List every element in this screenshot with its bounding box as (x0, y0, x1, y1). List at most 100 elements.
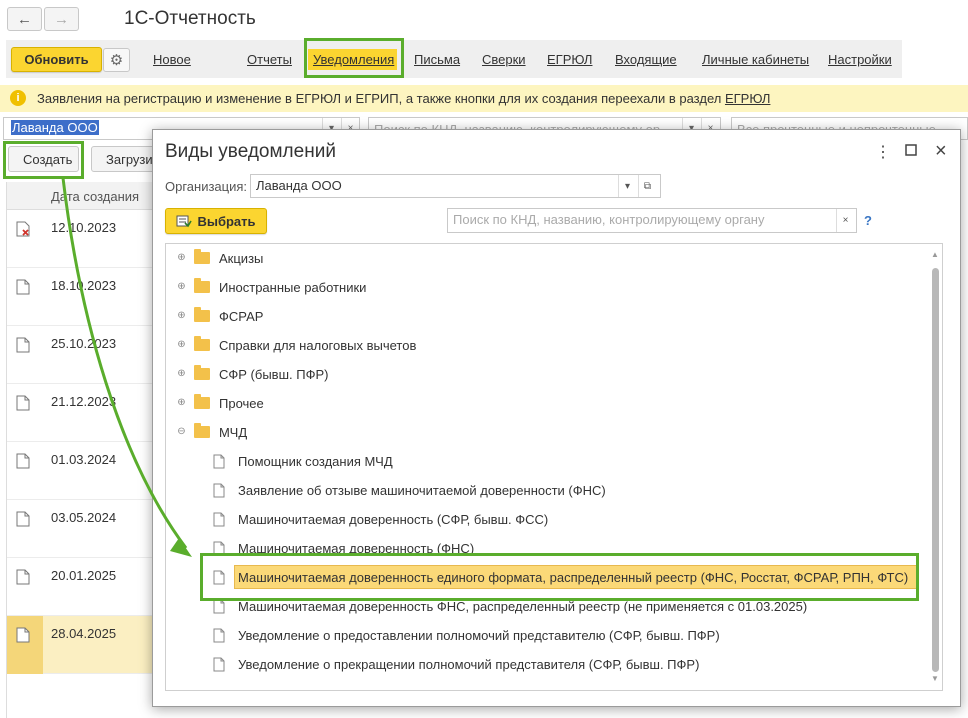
tree-item[interactable]: Уведомление о предоставлении полномочий … (166, 622, 926, 651)
refresh-button[interactable]: Обновить (11, 47, 102, 72)
dropdown-icon[interactable]: ▾ (618, 175, 636, 197)
tree-label: Заявление об отзыве машиночитаемой довер… (238, 483, 606, 498)
tree-label: Акцизы (219, 251, 264, 266)
tree-label: Иностранные работники (219, 280, 367, 295)
tree-scrollbar[interactable]: ▲ ▼ (929, 250, 941, 683)
tree-folder-fsrar[interactable]: ⊕ ФСРАР (166, 303, 926, 332)
tree-folder-sfr[interactable]: ⊕ СФР (бывш. ПФР) (166, 361, 926, 390)
tab-egrul[interactable]: ЕГРЮЛ (547, 52, 592, 67)
close-icon[interactable]: × (935, 140, 947, 163)
maximize-icon[interactable] (905, 143, 917, 161)
expand-plus-icon[interactable]: ⊕ (176, 310, 187, 321)
tab-letters[interactable]: Письма (414, 52, 460, 67)
info-link-egrul[interactable]: ЕГРЮЛ (725, 91, 770, 106)
tree-label: Справки для налоговых вычетов (219, 338, 417, 353)
tab-new[interactable]: Новое (153, 52, 191, 67)
document-icon (213, 599, 225, 614)
tab-reports[interactable]: Отчеты (247, 52, 292, 67)
row-date: 25.10.2023 (51, 336, 117, 351)
expand-plus-icon[interactable]: ⊕ (176, 281, 187, 292)
scrollbar-thumb[interactable] (932, 268, 939, 672)
annotation-create-box (3, 141, 84, 179)
table-row[interactable]: 25.10.2023 (7, 326, 153, 384)
table-row[interactable]: 21.12.2023 (7, 384, 153, 442)
document-icon (16, 337, 30, 353)
folder-icon (194, 423, 210, 438)
tree-folder-foreign-workers[interactable]: ⊕ Иностранные работники (166, 274, 926, 303)
tree-item[interactable]: Машиночитаемая доверенность (СФР, бывш. … (166, 506, 926, 535)
tree-folder-excise[interactable]: ⊕ Акцизы (166, 245, 926, 274)
arrow-right-icon: → (54, 10, 69, 28)
settings-gear-button[interactable]: ⚙ (103, 48, 130, 72)
choose-icon (176, 215, 193, 228)
folder-icon (194, 365, 210, 380)
tree-label: Уведомление о предоставлении полномочий … (238, 628, 720, 643)
tab-reconciliations[interactable]: Сверки (482, 52, 526, 67)
tab-personal-accounts[interactable]: Личные кабинеты (702, 52, 809, 67)
selection-stripe (7, 616, 43, 674)
document-icon (213, 483, 225, 498)
row-date: 03.05.2024 (51, 510, 117, 525)
scroll-up-icon[interactable]: ▲ (931, 250, 939, 259)
annotation-tab-box (304, 38, 404, 78)
table-row-selected[interactable]: 28.04.2025 (7, 616, 153, 674)
document-icon (213, 628, 225, 643)
collapse-minus-icon[interactable]: ⊖ (176, 426, 187, 437)
document-error-icon (16, 221, 30, 237)
expand-plus-icon[interactable]: ⊕ (176, 339, 187, 350)
tree-label: Уведомление о прекращении полномочий пре… (238, 657, 700, 672)
gear-icon: ⚙ (109, 52, 124, 69)
expand-plus-icon[interactable]: ⊕ (176, 368, 187, 379)
organization-filter-value: Лаванда ООО (11, 120, 99, 135)
list-header: Дата создания (7, 182, 153, 210)
organization-label: Организация: (165, 179, 248, 194)
app-title: 1С-Отчетность (124, 8, 256, 29)
folder-icon (194, 394, 210, 409)
tree-label: Машиночитаемая доверенность (СФР, бывш. … (238, 512, 549, 527)
tree-folder-other[interactable]: ⊕ Прочее (166, 390, 926, 419)
dialog-search-input[interactable]: Поиск по КНД, названию, контролирующему … (447, 208, 857, 233)
table-row[interactable]: 18.10.2023 (7, 268, 153, 326)
tree-folder-tax-certificates[interactable]: ⊕ Справки для налоговых вычетов (166, 332, 926, 361)
row-date: 20.01.2025 (51, 568, 117, 583)
clear-icon[interactable]: × (836, 209, 854, 232)
notification-types-tree: ⊕ Акцизы ⊕ Иностранные работники ⊕ ФСРАР… (165, 243, 943, 691)
table-row[interactable]: 01.03.2024 (7, 442, 153, 500)
tab-incoming[interactable]: Входящие (615, 52, 677, 67)
dialog-title: Виды уведомлений (165, 141, 336, 162)
tree-label: Машиночитаемая доверенность ФНС, распред… (238, 599, 808, 614)
folder-icon (194, 336, 210, 351)
row-date: 12.10.2023 (51, 220, 117, 235)
row-date: 18.10.2023 (51, 278, 117, 293)
expand-plus-icon[interactable]: ⊕ (176, 397, 187, 408)
document-icon (213, 657, 225, 672)
tree-item[interactable]: Уведомление о прекращении полномочий пре… (166, 651, 926, 680)
table-row[interactable]: 20.01.2025 (7, 558, 153, 616)
choose-button[interactable]: Выбрать (165, 208, 267, 234)
row-date: 01.03.2024 (51, 452, 117, 467)
tree-label: СФР (бывш. ПФР) (219, 367, 329, 382)
table-row[interactable]: 12.10.2023 (7, 210, 153, 268)
tree-label: Прочее (219, 396, 264, 411)
tree-folder-mchd[interactable]: ⊖ МЧД (166, 419, 926, 448)
forward-button[interactable]: → (44, 7, 79, 31)
document-icon (213, 512, 225, 527)
tree-item[interactable]: Помощник создания МЧД (166, 448, 926, 477)
notification-types-dialog: Виды уведомлений ⋮ × Организация: Лаванд… (152, 129, 961, 707)
open-icon[interactable]: ⧉ (638, 175, 656, 197)
more-menu-icon[interactable]: ⋮ (875, 142, 891, 162)
organization-field[interactable]: Лаванда ООО ▾ ⧉ (250, 174, 661, 198)
help-icon[interactable]: ? (864, 213, 872, 228)
table-row[interactable]: 03.05.2024 (7, 500, 153, 558)
tab-settings[interactable]: Настройки (828, 52, 892, 67)
expand-plus-icon[interactable]: ⊕ (176, 252, 187, 263)
info-text: Заявления на регистрацию и изменение в Е… (37, 91, 771, 106)
document-icon (16, 511, 30, 527)
back-button[interactable]: ← (7, 7, 42, 31)
tree-item[interactable]: Заявление об отзыве машиночитаемой довер… (166, 477, 926, 506)
column-date-created[interactable]: Дата создания (51, 189, 139, 204)
row-date: 21.12.2023 (51, 394, 117, 409)
document-icon (16, 279, 30, 295)
upload-button[interactable]: Загрузи (91, 146, 161, 172)
scroll-down-icon[interactable]: ▼ (931, 674, 939, 683)
